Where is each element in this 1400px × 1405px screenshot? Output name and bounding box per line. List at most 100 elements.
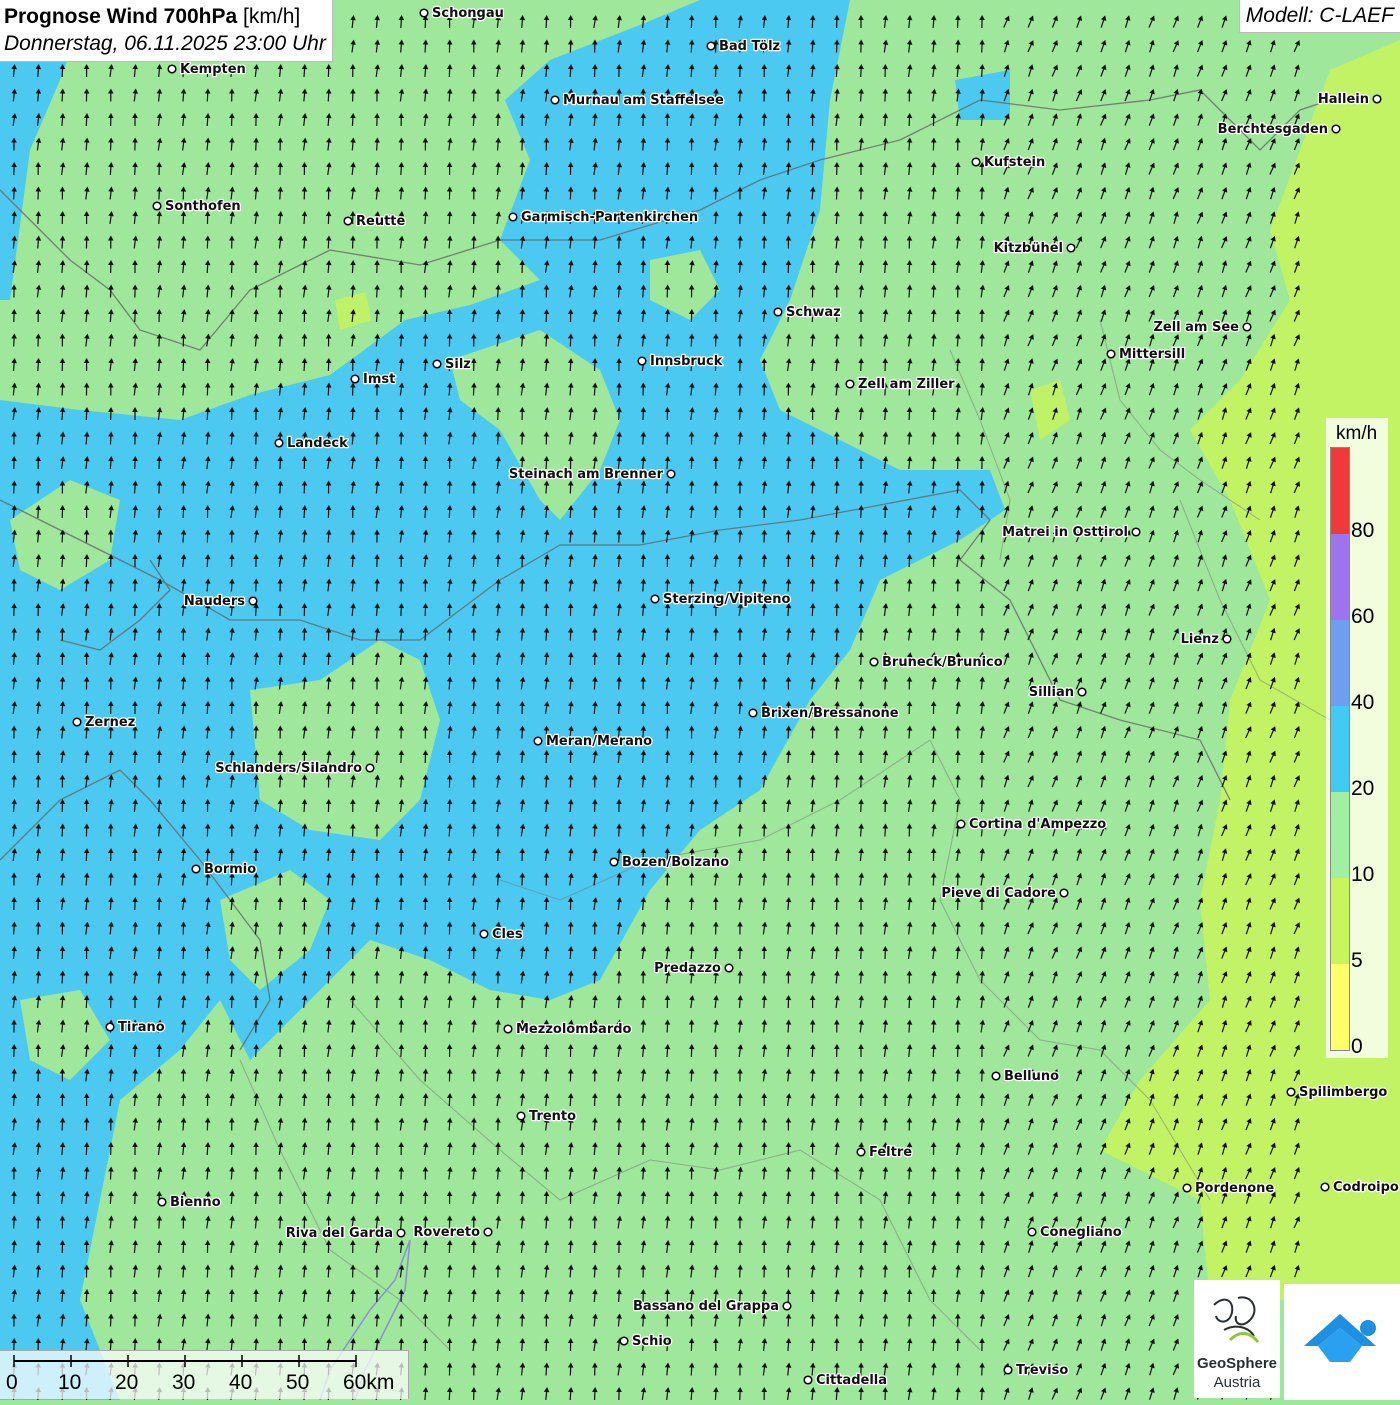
city-label: Kufstein: [984, 155, 1045, 170]
legend-color-segment: [1331, 964, 1349, 1050]
city-marker[interactable]: Matrei in Osttirol: [1002, 525, 1140, 540]
city-dot: [972, 158, 980, 166]
city-marker[interactable]: Bruneck/Brunico: [870, 655, 1003, 670]
scale-label: 20: [115, 1371, 138, 1395]
city-marker[interactable]: Kufstein: [972, 155, 1045, 170]
city-label: Landeck: [287, 436, 348, 451]
wind-map[interactable]: Schongau Bad Tölz Kempten Murnau am Staffel…: [0, 0, 1400, 1400]
city-dot: [667, 470, 675, 478]
city-label: Feltre: [869, 1145, 912, 1160]
city-marker[interactable]: Cortina d'Ampezzo: [957, 817, 1106, 832]
city-dot: [1132, 528, 1140, 536]
city-marker[interactable]: Steinach am Brenner: [509, 467, 675, 482]
city-dot: [1028, 1228, 1036, 1236]
city-marker[interactable]: Mittersill: [1107, 347, 1185, 362]
model-label: Modell: C-LAEF: [1239, 0, 1400, 33]
city-dot: [480, 930, 488, 938]
city-dot: [638, 357, 646, 365]
weather-app-logo: [1284, 1284, 1400, 1400]
city-label: Brixen/Bressanone: [761, 706, 899, 721]
city-label: Bozen/Bolzano: [622, 855, 729, 870]
city-dot: [275, 439, 283, 447]
city-marker[interactable]: Codroipo: [1321, 1180, 1399, 1195]
city-marker[interactable]: Landeck: [275, 436, 348, 451]
city-marker[interactable]: Predazzo: [654, 961, 733, 976]
city-label: Reutte: [356, 214, 406, 229]
city-marker[interactable]: Spilimbergo: [1287, 1085, 1387, 1100]
city-label: Meran/Merano: [546, 734, 652, 749]
city-label: Tirano: [118, 1020, 165, 1035]
city-marker[interactable]: Bozen/Bolzano: [610, 855, 729, 870]
geosphere-emblem-icon: [1194, 1280, 1280, 1360]
city-label: Matrei in Osttirol: [1002, 525, 1128, 540]
city-marker[interactable]: Schlanders/Silandro: [215, 761, 374, 776]
city-label: Cortina d'Ampezzo: [969, 817, 1106, 832]
city-label: Riva del Garda: [286, 1226, 393, 1241]
city-label: Innsbruck: [650, 354, 723, 369]
legend-unit: km/h: [1336, 423, 1377, 445]
city-label: Bassano del Grappa: [633, 1299, 779, 1314]
city-marker[interactable]: Sterzing/Vipiteno: [651, 592, 790, 607]
city-marker[interactable]: Bad Tölz: [707, 39, 780, 54]
geosphere-logo-text: GeoSphere: [1194, 1355, 1280, 1372]
city-dot: [153, 202, 161, 210]
city-label: Codroipo: [1333, 1180, 1399, 1195]
city-dot: [1287, 1088, 1295, 1096]
legend-color-segment: [1331, 448, 1349, 534]
city-label: Bruneck/Brunico: [882, 655, 1003, 670]
city-label: Bormio: [204, 862, 256, 877]
city-marker[interactable]: Kempten: [168, 62, 246, 77]
city-marker[interactable]: Brixen/Bressanone: [749, 706, 899, 721]
city-marker[interactable]: Sonthofen: [153, 199, 240, 214]
city-marker[interactable]: Kitzbühel: [994, 241, 1075, 256]
city-marker[interactable]: Bassano del Grappa: [633, 1299, 791, 1314]
city-label: Zernez: [85, 715, 135, 730]
city-marker[interactable]: Garmisch-Partenkirchen: [509, 210, 698, 225]
city-label: Imst: [363, 372, 395, 387]
city-dot: [1078, 688, 1086, 696]
city-label: Garmisch-Partenkirchen: [521, 210, 698, 225]
city-dot: [610, 858, 618, 866]
legend-tick-label: 40: [1351, 691, 1374, 715]
city-dot: [804, 1376, 812, 1384]
scale-label: 40: [229, 1371, 252, 1395]
city-label: Bad Tölz: [719, 39, 780, 54]
city-marker[interactable]: Zell am Ziller: [846, 377, 955, 392]
city-label: Conegliano: [1040, 1225, 1122, 1240]
city-dot: [509, 213, 517, 221]
city-dot: [192, 865, 200, 873]
scale-label: 60km: [343, 1371, 394, 1395]
legend-color-segment: [1331, 792, 1349, 878]
city-dot: [397, 1229, 405, 1237]
city-marker[interactable]: Pieve di Cadore: [941, 886, 1067, 901]
city-label: Rovereto: [413, 1225, 480, 1240]
city-label: Predazzo: [654, 961, 721, 976]
city-dot: [1004, 1366, 1012, 1374]
city-marker[interactable]: Riva del Garda: [286, 1226, 405, 1241]
city-dot: [1321, 1183, 1329, 1191]
city-label: Trento: [529, 1109, 576, 1124]
city-marker[interactable]: Pordenone: [1183, 1181, 1274, 1196]
city-marker[interactable]: Murnau am Staffelsee: [551, 93, 724, 108]
city-marker[interactable]: Berchtesgaden: [1218, 122, 1340, 137]
scale-label: 10: [58, 1371, 81, 1395]
city-label: Treviso: [1016, 1363, 1068, 1378]
city-dot: [783, 1302, 791, 1310]
scale-label: 50: [286, 1371, 309, 1395]
city-label: Schio: [632, 1334, 672, 1349]
city-dot: [106, 1023, 114, 1031]
city-marker[interactable]: Mezzolombardo: [504, 1022, 631, 1037]
city-label: Cittadella: [816, 1373, 887, 1388]
city-marker[interactable]: Meran/Merano: [534, 734, 652, 749]
city-dot: [774, 308, 782, 316]
city-marker[interactable]: Conegliano: [1028, 1225, 1122, 1240]
city-label: Berchtesgaden: [1218, 122, 1328, 137]
city-label: Bienno: [170, 1195, 221, 1210]
city-dot: [620, 1337, 628, 1345]
map-title-bold: Prognose Wind 700hPa: [4, 5, 237, 28]
city-marker[interactable]: Zell am See: [1153, 320, 1250, 335]
city-marker[interactable]: Cittadella: [804, 1373, 887, 1388]
city-marker[interactable]: Innsbruck: [638, 354, 723, 369]
city-dot: [992, 1072, 1000, 1080]
city-marker[interactable]: Schongau: [420, 6, 504, 21]
